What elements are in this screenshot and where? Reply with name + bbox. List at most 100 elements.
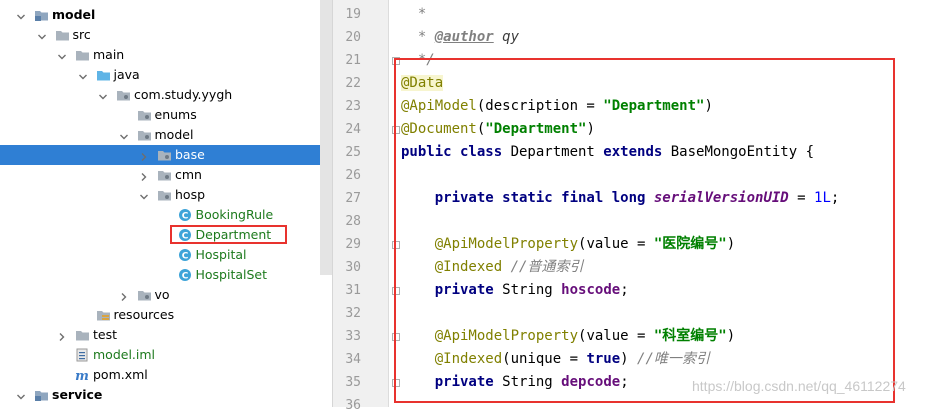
line-number: 20: [345, 30, 361, 45]
tree-item-hosp[interactable]: hosp: [0, 185, 332, 205]
tree-item-label: base: [175, 147, 205, 162]
chevron-down-icon[interactable]: [37, 30, 47, 40]
line-number: 33: [345, 329, 361, 344]
folder-icon: [75, 48, 90, 62]
tree-item-label: model: [154, 127, 194, 142]
tree-item-model-iml[interactable]: model.iml: [0, 345, 332, 365]
tree-item-hospital[interactable]: C Hospital: [0, 245, 332, 265]
resources-folder-icon: [96, 308, 111, 322]
tree-item-vo[interactable]: vo: [0, 285, 332, 305]
tree-item-enums[interactable]: enums: [0, 105, 332, 125]
chevron-right-icon[interactable]: [119, 290, 129, 301]
tree-item-model[interactable]: model: [0, 125, 332, 145]
tree-scrollbar[interactable]: [320, 0, 332, 275]
module-folder-icon: [34, 388, 49, 402]
tree-item-src[interactable]: src: [0, 25, 332, 45]
tree-item-pom-xml[interactable]: m pom.xml: [0, 365, 332, 385]
line-number: 27: [345, 191, 361, 206]
tree-item-label: main: [93, 47, 125, 62]
tree-item-java[interactable]: java: [0, 65, 332, 85]
project-tree: model src main java com.study.yygh enums model…: [0, 0, 332, 407]
chevron-right-icon[interactable]: [57, 330, 67, 341]
code-line: * @author qy: [401, 26, 519, 49]
chevron-down-icon[interactable]: [139, 190, 149, 200]
chevron-right-icon[interactable]: [139, 170, 149, 181]
tree-item-model[interactable]: model: [0, 5, 332, 25]
line-number: 19: [345, 7, 361, 22]
tree-item-label: BookingRule: [195, 207, 274, 222]
tree-item-service[interactable]: service: [0, 385, 332, 405]
tree-item-label: service: [52, 387, 103, 402]
tree-item-test[interactable]: test: [0, 325, 332, 345]
tree-item-label: src: [72, 27, 91, 42]
code-token: @author: [434, 29, 494, 45]
line-number: 29: [345, 237, 361, 252]
line-number: 26: [345, 168, 361, 183]
tree-item-label: hosp: [175, 187, 206, 202]
tree-item-label: Hospital: [195, 247, 247, 262]
code-token: *: [401, 29, 435, 45]
chevron-down-icon[interactable]: [16, 390, 26, 400]
chevron-down-icon[interactable]: [57, 50, 67, 60]
chevron-right-icon[interactable]: [139, 150, 149, 161]
tree-item-label: enums: [154, 107, 197, 122]
chevron-down-icon[interactable]: [16, 10, 26, 20]
tree-item-label: java: [113, 67, 140, 82]
line-number: 35: [345, 375, 361, 390]
svg-text:C: C: [181, 212, 188, 222]
tree-item-label: HospitalSet: [195, 267, 268, 282]
source-folder-icon: [96, 68, 111, 82]
code-token: qy: [493, 29, 520, 45]
package-icon: [157, 168, 172, 182]
tree-item-label: test: [93, 327, 118, 342]
tree-item-resources[interactable]: resources: [0, 305, 332, 325]
line-number: 28: [345, 214, 361, 229]
package-icon: [116, 88, 131, 102]
package-icon: [157, 148, 172, 162]
tree-item-main[interactable]: main: [0, 45, 332, 65]
tree-item-label: model: [52, 7, 96, 22]
line-number: 34: [345, 352, 361, 367]
line-number: 21: [345, 53, 361, 68]
tree-item-com-study-yygh[interactable]: com.study.yygh: [0, 85, 332, 105]
code-line: *: [401, 3, 426, 26]
tree-highlight-box: [170, 225, 287, 244]
class-icon: C: [178, 208, 193, 222]
chevron-down-icon[interactable]: [98, 90, 108, 100]
tree-item-hospitalset[interactable]: C HospitalSet: [0, 265, 332, 285]
package-icon: [157, 188, 172, 202]
line-number: 24: [345, 122, 361, 137]
tree-item-base[interactable]: base: [0, 145, 332, 165]
tree-item-label: vo: [154, 287, 170, 302]
class-icon: C: [178, 248, 193, 262]
class-icon: C: [178, 268, 193, 282]
line-number: 25: [345, 145, 361, 160]
code-highlight-box: [394, 58, 895, 403]
line-number: 30: [345, 260, 361, 275]
line-number: 22: [345, 76, 361, 91]
module-folder-icon: [34, 8, 49, 22]
package-icon: [137, 288, 152, 302]
tree-item-cmn[interactable]: cmn: [0, 165, 332, 185]
tree-item-label: cmn: [175, 167, 202, 182]
svg-text:m: m: [75, 369, 89, 382]
folder-icon: [55, 28, 70, 42]
folder-icon: [75, 328, 90, 342]
line-number: 32: [345, 306, 361, 321]
chevron-down-icon[interactable]: [119, 130, 129, 140]
package-icon: [137, 128, 152, 142]
tree-item-bookingrule[interactable]: C BookingRule: [0, 205, 332, 225]
tree-item-label: com.study.yygh: [134, 87, 233, 102]
code-token: *: [401, 6, 427, 22]
iml-file-icon: [75, 348, 90, 362]
line-number: 31: [345, 283, 361, 298]
svg-text:C: C: [181, 252, 188, 262]
tree-item-label: model.iml: [93, 347, 156, 362]
tree-item-label: pom.xml: [93, 367, 148, 382]
line-number: 36: [345, 398, 361, 413]
tree-item-label: resources: [113, 307, 175, 322]
svg-text:C: C: [181, 272, 188, 282]
chevron-down-icon[interactable]: [78, 70, 88, 80]
package-icon: [137, 108, 152, 122]
line-number: 23: [345, 99, 361, 114]
